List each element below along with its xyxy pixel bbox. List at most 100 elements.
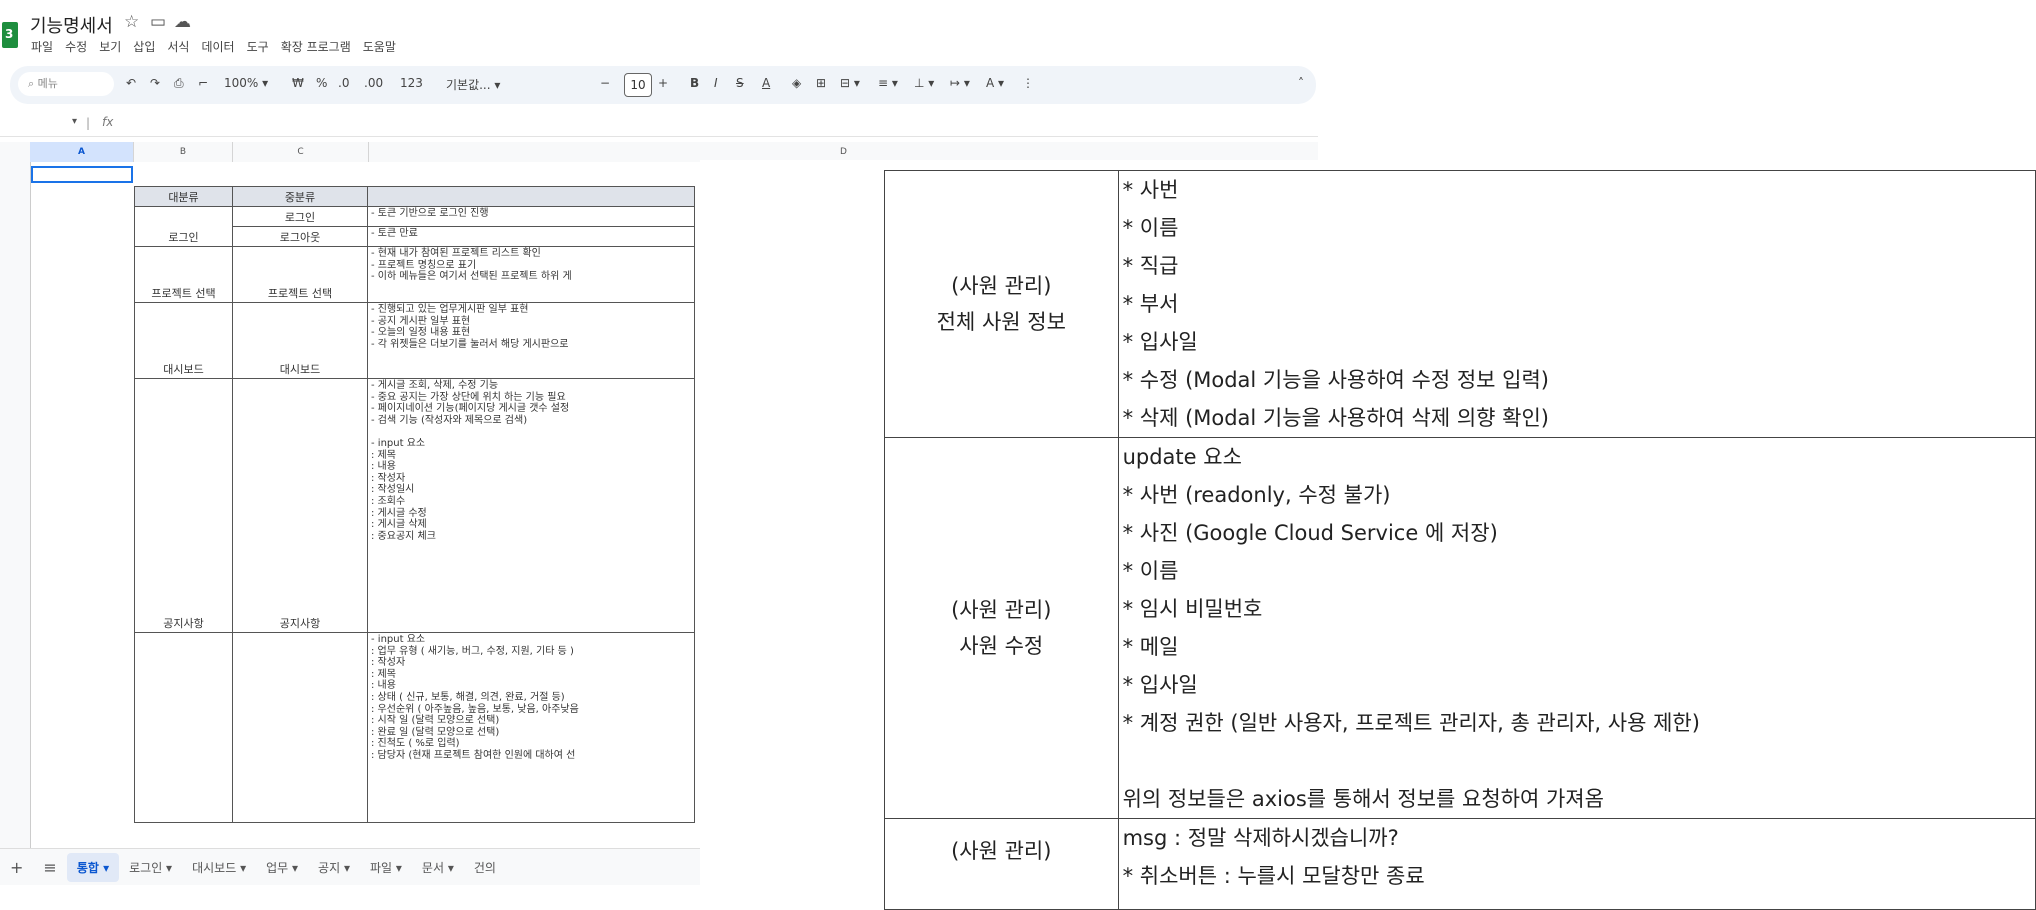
sheet-tab-bar: + ≡ 통합 ▾ 로그인 ▾ 대시보드 ▾ 업무 ▾ 공지 ▾ 파일 ▾ 문서 … [0, 848, 700, 885]
app-icon-letter: 3 [5, 27, 14, 41]
column-header-a[interactable]: A [30, 142, 134, 162]
text-rotate-icon[interactable]: A ▾ [986, 76, 1004, 90]
description-line: * 사진 (Google Cloud Service 에 저장) [1122, 521, 1498, 545]
description-line: * 입사일 [1122, 673, 1198, 697]
font-select[interactable]: 기본값... ▾ [446, 76, 500, 93]
text-wrap-icon[interactable]: ↦ ▾ [950, 76, 970, 90]
add-sheet-icon[interactable]: + [0, 852, 33, 883]
table-row: 공지사항 공지사항 - 게시글 조회, 삭제, 수정 기능 - 중요 공지는 가… [134, 378, 695, 633]
font-size-decrease-button[interactable]: − [600, 76, 610, 90]
print-icon[interactable]: ⎙ [174, 76, 184, 91]
table-row: 대시보드 대시보드 - 진행되고 있는 업무게시판 일부 표현 - 공지 게시판… [134, 302, 695, 379]
cell-subcategory[interactable]: 프로젝트 선택 [232, 246, 368, 303]
font-value: 기본값... [446, 78, 491, 92]
menu-view[interactable]: 보기 [98, 38, 122, 55]
font-size-input[interactable]: 10 [624, 73, 652, 97]
cell-description[interactable]: - 진행되고 있는 업무게시판 일부 표현 - 공지 게시판 일부 표현 - 오… [367, 302, 695, 379]
cell-description[interactable]: update 요소 * 사번 (readonly, 수정 불가) * 사진 (G… [1117, 437, 2036, 819]
menu-data[interactable]: 데이터 [200, 38, 235, 55]
cell-subcategory[interactable]: 공지사항 [232, 378, 368, 633]
sheets-logo-icon[interactable]: 3 [2, 22, 18, 48]
percent-format-button[interactable]: % [316, 76, 327, 90]
cell-category[interactable] [134, 632, 233, 823]
sheet-tab-login[interactable]: 로그인 ▾ [119, 853, 182, 882]
menu-extensions[interactable]: 확장 프로그램 [280, 38, 352, 55]
document-title[interactable]: 기능명세서 [30, 12, 113, 38]
menu-search-input[interactable]: ⌕ 메뉴 [18, 72, 114, 96]
sheet-tab-label: 문서 [421, 860, 444, 875]
column-header-b[interactable]: B [134, 142, 233, 162]
fill-color-icon[interactable]: ◈ [792, 76, 801, 90]
star-icon[interactable]: ☆ [124, 12, 139, 32]
vertical-align-icon[interactable]: ⊥ ▾ [914, 76, 934, 90]
sheet-tab-integrated[interactable]: 통합 ▾ [66, 852, 120, 882]
cell-description[interactable]: - 현재 내가 참여된 프로젝트 리스트 확인 - 프로젝트 명칭으로 표기 -… [367, 246, 695, 303]
sheet-tab-label: 건의 [473, 860, 496, 875]
cell-description[interactable]: msg : 정말 삭제하시겠습니까? * 취소버튼 : 누를시 모달창만 종료 [1117, 818, 2036, 910]
text-color-button[interactable]: A [762, 76, 770, 90]
cell-subcategory[interactable] [232, 632, 368, 823]
paint-format-icon[interactable]: ⌐ [198, 76, 208, 90]
cell-description[interactable]: - 토큰 만료 [367, 226, 695, 247]
menu-format[interactable]: 서식 [166, 38, 190, 55]
bold-button[interactable]: B [690, 76, 699, 90]
table-row: (사원 관리) msg : 정말 삭제하시겠습니까? * 취소버튼 : 누를시 … [884, 818, 2036, 910]
cell-description[interactable]: * 사번 * 이름 * 직급 * 부서 * 입사일 * 수정 (Modal 기능… [1117, 170, 2036, 438]
menu-insert[interactable]: 삽입 [132, 38, 156, 55]
cell-category[interactable]: 공지사항 [134, 378, 233, 633]
cell-subcategory[interactable]: 로그인 [232, 206, 368, 227]
borders-icon[interactable]: ⊞ [816, 76, 826, 90]
horizontal-align-icon[interactable]: ≡ ▾ [878, 76, 898, 90]
cell-subcategory[interactable]: 대시보드 [232, 302, 368, 379]
sheet-tab-notice[interactable]: 공지 ▾ [308, 853, 360, 882]
all-sheets-icon[interactable]: ≡ [33, 852, 66, 883]
sheet-tab-label: 통합 [76, 860, 99, 875]
cell-description[interactable]: - input 요소 : 업무 유형 ( 새기능, 버그, 수정, 지원, 기타… [367, 632, 695, 823]
cell-category[interactable]: (사원 관리) 사원 수정 [884, 437, 1119, 819]
font-size-increase-button[interactable]: + [658, 76, 668, 90]
menu-edit[interactable]: 수정 [64, 38, 88, 55]
italic-button[interactable]: I [714, 76, 718, 90]
sheet-tab-tasks[interactable]: 업무 ▾ [256, 853, 308, 882]
table-row: (사원 관리) 전체 사원 정보 * 사번 * 이름 * 직급 * 부서 * 입… [884, 170, 2036, 438]
name-box-dropdown-icon[interactable]: ▾ [72, 116, 77, 127]
cell-category[interactable]: 대시보드 [134, 302, 233, 379]
more-options-icon[interactable]: ⋮ [1022, 76, 1034, 90]
menu-file[interactable]: 파일 [30, 38, 54, 55]
divider: | [86, 116, 91, 130]
increase-decimal-button[interactable]: .00 [364, 76, 383, 90]
column-header-d[interactable]: D [369, 142, 1318, 162]
header-minor-category: 중분류 [232, 186, 368, 207]
undo-icon[interactable]: ↶ [126, 76, 136, 90]
zoom-select[interactable]: 100% ▾ [224, 76, 268, 90]
cell-category[interactable]: 로그인 [134, 206, 233, 247]
description-line: * 사번 [1122, 178, 1179, 202]
column-header-c[interactable]: C [233, 142, 369, 162]
sheet-tab-suggestions[interactable]: 건의 [464, 853, 506, 882]
category-line: 전체 사원 정보 [936, 310, 1066, 334]
cell-category[interactable]: (사원 관리) [884, 818, 1119, 910]
fx-icon: fx [102, 115, 114, 129]
cell-subcategory[interactable]: 로그아웃 [232, 226, 368, 247]
menu-help[interactable]: 도움말 [362, 38, 397, 55]
merge-cells-icon[interactable]: ⊟ ▾ [840, 76, 860, 90]
cell-description[interactable]: - 토큰 기반으로 로그인 진행 [367, 206, 695, 227]
sheet-tab-dashboard[interactable]: 대시보드 ▾ [182, 853, 256, 882]
cell-description[interactable]: - 게시글 조회, 삭제, 수정 기능 - 중요 공지는 가장 상단에 위치 하… [367, 378, 695, 633]
menu-tools[interactable]: 도구 [246, 38, 270, 55]
selected-cell[interactable] [31, 166, 133, 183]
currency-format-button[interactable]: ₩ [292, 76, 304, 90]
collapse-toolbar-icon[interactable]: ˄ [1298, 76, 1304, 90]
sheet-tab-documents[interactable]: 문서 ▾ [412, 853, 464, 882]
cloud-status-icon[interactable]: ☁ [174, 12, 191, 32]
redo-icon[interactable]: ↷ [150, 76, 160, 90]
sheet-tab-label: 대시보드 [192, 860, 237, 875]
cell-category[interactable]: 프로젝트 선택 [134, 246, 233, 303]
move-folder-icon[interactable]: ▭ [150, 12, 166, 32]
decrease-decimal-button[interactable]: .0 [338, 76, 349, 90]
cell-category[interactable]: (사원 관리) 전체 사원 정보 [884, 170, 1119, 438]
strikethrough-button[interactable]: S [736, 76, 744, 90]
table-row: - input 요소 : 업무 유형 ( 새기능, 버그, 수정, 지원, 기타… [134, 632, 695, 823]
sheet-tab-files[interactable]: 파일 ▾ [360, 853, 412, 882]
number-format-button[interactable]: 123 [400, 76, 423, 90]
